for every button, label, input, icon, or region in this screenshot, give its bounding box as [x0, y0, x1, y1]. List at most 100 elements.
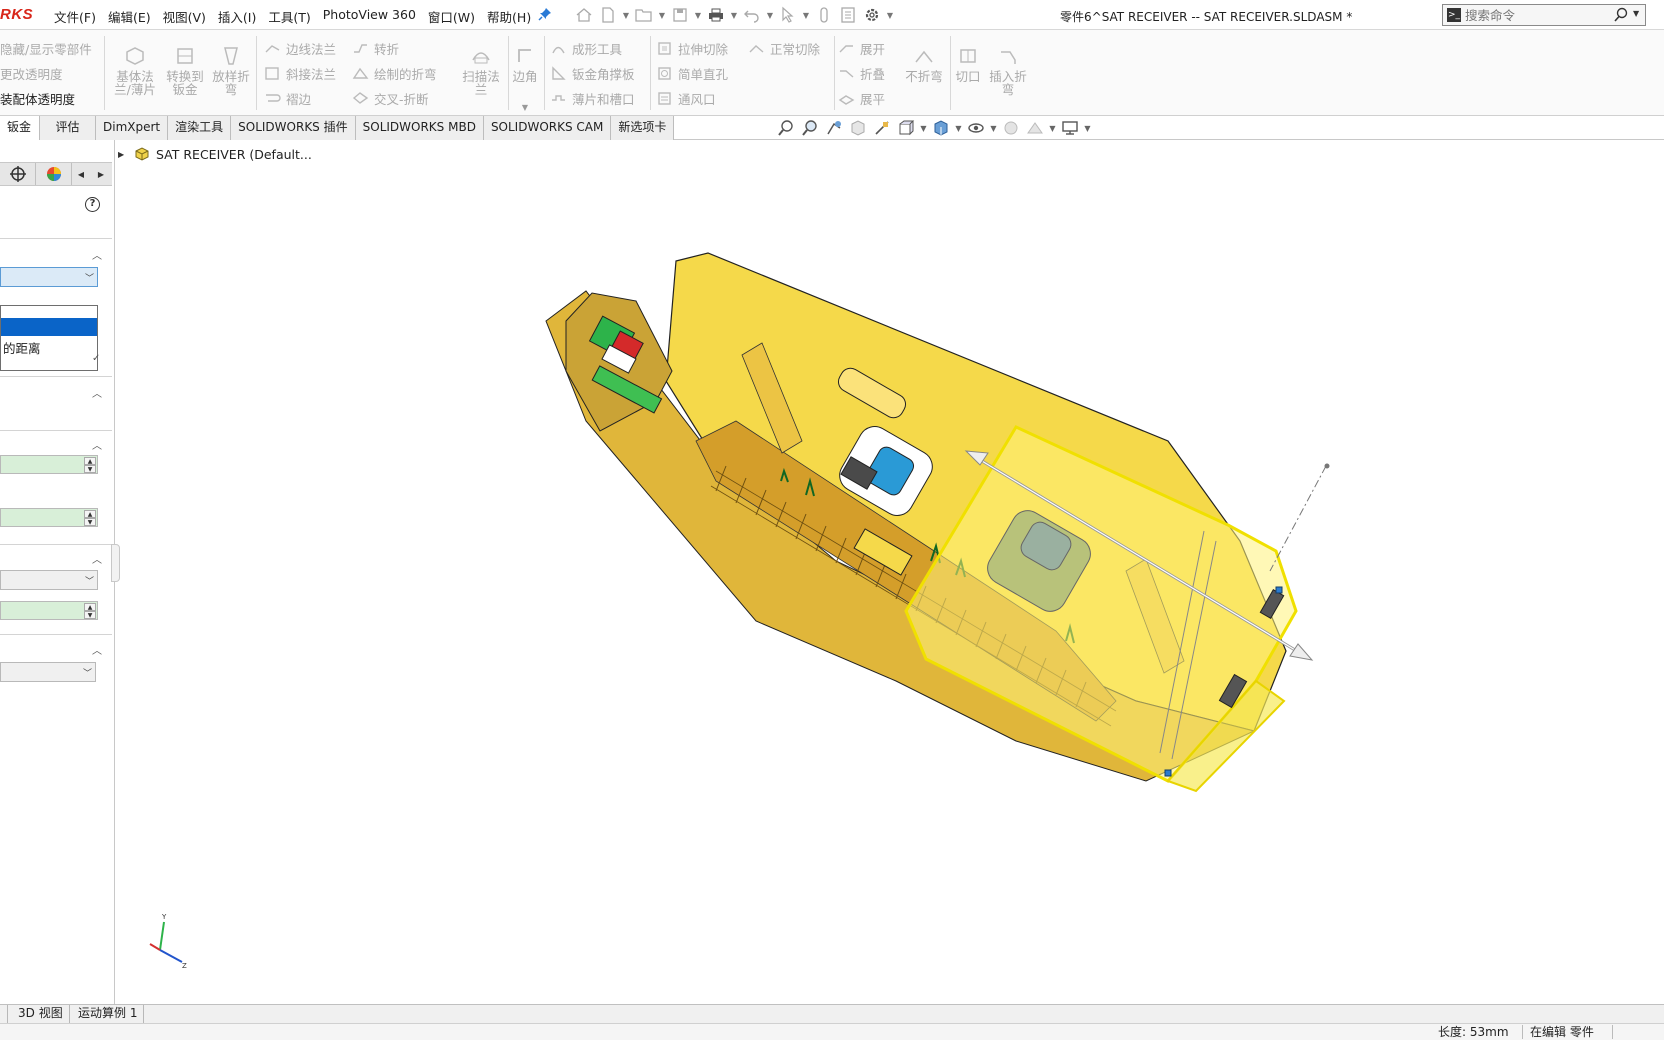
- edge-flange-button[interactable]: 边线法兰: [264, 36, 336, 61]
- display-style-icon[interactable]: [930, 118, 952, 138]
- scroll-left-arrow[interactable]: ◀: [75, 165, 87, 183]
- model-tab[interactable]: [0, 1005, 8, 1023]
- unfold-button[interactable]: 展开: [838, 36, 885, 61]
- dynamic-annotation-icon[interactable]: [871, 118, 893, 138]
- assembly-transparency-button[interactable]: 装配体透明度: [0, 86, 92, 111]
- select-cursor-icon[interactable]: [778, 5, 798, 25]
- chevron-down-icon[interactable]: ▼: [730, 5, 738, 25]
- previous-view-icon[interactable]: [823, 118, 845, 138]
- numeric-spinner[interactable]: ▲ ▼: [0, 508, 98, 527]
- cross-break-button[interactable]: 交叉-折断: [352, 86, 437, 111]
- tab-3d-view[interactable]: 3D 视图: [12, 1005, 70, 1023]
- spin-down-icon[interactable]: ▼: [84, 518, 96, 526]
- normal-cut-button[interactable]: 正常切除: [748, 36, 820, 61]
- apply-scene-icon[interactable]: [1024, 118, 1046, 138]
- change-transparency-button[interactable]: 更改透明度: [0, 61, 92, 86]
- chevron-up-icon[interactable]: ︿: [92, 437, 104, 452]
- tab-sheet-metal[interactable]: 钣金: [0, 116, 40, 140]
- search-box[interactable]: >_ ▼: [1442, 4, 1646, 26]
- jog-button[interactable]: 转折: [352, 36, 437, 61]
- option-dropdown[interactable]: ﹀: [0, 570, 98, 590]
- save-icon[interactable]: [670, 5, 690, 25]
- chevron-down-icon[interactable]: ▼: [919, 118, 928, 138]
- hide-show-components-button[interactable]: 隐藏/显示零部件: [0, 36, 92, 61]
- sheet-metal-gusset-button[interactable]: 钣金角撑板: [550, 61, 635, 86]
- chevron-down-icon[interactable]: ▼: [1048, 118, 1057, 138]
- help-icon[interactable]: ?: [85, 197, 100, 212]
- numeric-spinner[interactable]: ▲ ▼: [0, 601, 98, 620]
- no-bends-button[interactable]: 不折弯: [902, 44, 946, 83]
- sat-receiver-model[interactable]: [545, 252, 1298, 793]
- vent-button[interactable]: 通风口: [656, 86, 728, 111]
- chevron-down-icon[interactable]: ▼: [1633, 9, 1639, 18]
- forming-tool-button[interactable]: 成形工具: [550, 36, 635, 61]
- tab-solidworks-mbd[interactable]: SOLIDWORKS MBD: [355, 116, 484, 140]
- insert-bends-button[interactable]: 插入折弯: [986, 44, 1030, 96]
- tab-solidworks-addins[interactable]: SOLIDWORKS 插件: [231, 116, 356, 140]
- tab-render-tools[interactable]: 渲染工具: [168, 116, 232, 140]
- chevron-up-icon[interactable]: ︿: [92, 385, 104, 400]
- option-dropdown[interactable]: ﹀: [0, 662, 96, 682]
- undo-icon[interactable]: [742, 5, 762, 25]
- flatten-button[interactable]: 展平: [838, 86, 885, 111]
- tab-new[interactable]: 新选项卡: [611, 116, 675, 140]
- view-settings-icon[interactable]: [1059, 118, 1081, 138]
- menu-view[interactable]: 视图(V): [157, 7, 212, 26]
- chevron-down-icon[interactable]: ▼: [989, 118, 998, 138]
- menu-insert[interactable]: 插入(I): [212, 7, 262, 26]
- chevron-down-icon[interactable]: ▼: [766, 5, 774, 25]
- convert-to-sheet-metal-button[interactable]: 转换到钣金: [162, 44, 208, 96]
- view-orientation-icon[interactable]: [895, 118, 917, 138]
- selection-dropdown[interactable]: ﹀: [0, 267, 98, 287]
- scroll-right-arrow[interactable]: ▶: [95, 165, 107, 183]
- tab-and-slot-button[interactable]: 薄片和槽口: [550, 86, 635, 111]
- search-icon[interactable]: [1613, 7, 1629, 23]
- spin-down-icon[interactable]: ▼: [84, 465, 96, 473]
- tab-motion-study[interactable]: 运动算例 1: [72, 1005, 145, 1023]
- chevron-down-icon[interactable]: ▼: [694, 5, 702, 25]
- home-icon[interactable]: [574, 5, 594, 25]
- extruded-cut-button[interactable]: 拉伸切除: [656, 36, 728, 61]
- base-flange-button[interactable]: 基体法兰/薄片: [112, 44, 158, 96]
- chevron-up-icon[interactable]: ︿: [92, 247, 104, 262]
- file-properties-icon[interactable]: [838, 5, 858, 25]
- gear-icon[interactable]: [862, 5, 882, 25]
- new-document-icon[interactable]: [598, 5, 618, 25]
- corners-button[interactable]: 边角 ▼: [510, 44, 540, 114]
- pin-icon[interactable]: [538, 7, 552, 21]
- search-input[interactable]: [1465, 7, 1615, 23]
- section-view-icon[interactable]: [847, 118, 869, 138]
- numeric-spinner[interactable]: ▲ ▼: [0, 455, 98, 474]
- menu-window[interactable]: 窗口(W): [422, 7, 481, 26]
- tab-evaluate[interactable]: 评估: [40, 116, 96, 140]
- rebuild-icon[interactable]: [814, 5, 834, 25]
- menu-tools[interactable]: 工具(T): [262, 7, 316, 26]
- spin-down-icon[interactable]: ▼: [84, 611, 96, 619]
- spin-up-icon[interactable]: ▲: [84, 603, 96, 611]
- chevron-down-icon[interactable]: ▼: [510, 101, 540, 114]
- rip-button[interactable]: 切口: [952, 44, 984, 83]
- chevron-down-icon[interactable]: ▼: [1083, 118, 1092, 138]
- open-folder-icon[interactable]: [634, 5, 654, 25]
- spin-up-icon[interactable]: ▲: [84, 457, 96, 465]
- zoom-to-fit-icon[interactable]: [775, 118, 797, 138]
- chevron-down-icon[interactable]: ▼: [802, 5, 810, 25]
- chevron-up-icon[interactable]: ︿: [92, 642, 104, 657]
- dropdown-option[interactable]: [1, 306, 97, 318]
- menu-edit[interactable]: 编辑(E): [102, 7, 157, 26]
- chevron-down-icon[interactable]: ▼: [658, 5, 666, 25]
- tab-dimxpert[interactable]: DimXpert: [96, 116, 169, 140]
- menu-help[interactable]: 帮助(H): [481, 7, 537, 26]
- zoom-to-area-icon[interactable]: [799, 118, 821, 138]
- chevron-up-icon[interactable]: ︿: [92, 551, 104, 566]
- hem-button[interactable]: 褶边: [264, 86, 336, 111]
- print-icon[interactable]: [706, 5, 726, 25]
- configuration-manager-tab[interactable]: [0, 163, 36, 185]
- miter-flange-button[interactable]: 斜接法兰: [264, 61, 336, 86]
- chevron-down-icon[interactable]: ▼: [622, 5, 630, 25]
- fold-button[interactable]: 折叠: [838, 61, 885, 86]
- edit-appearance-icon[interactable]: [1000, 118, 1022, 138]
- menu-photoview[interactable]: PhotoView 360: [317, 7, 422, 26]
- chevron-down-icon[interactable]: ▼: [886, 5, 894, 25]
- menu-file[interactable]: 文件(F): [48, 7, 102, 26]
